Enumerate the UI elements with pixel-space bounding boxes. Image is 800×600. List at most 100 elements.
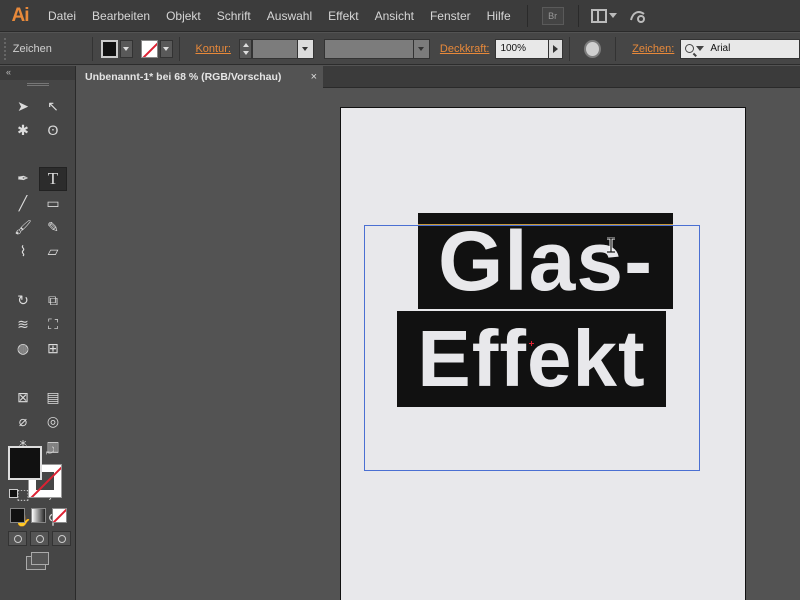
chevron-down-icon [418,46,425,51]
blob-brush-tool-icon[interactable]: ⌇ [9,240,37,264]
stroke-dropdown[interactable] [159,39,173,58]
document-tab-title: Unbenannt-1* bei 68 % (RGB/Vorschau) [85,71,282,83]
tools-panel: « ➤↖✱ʘ✒T╱▭🖌✎⌇▱↻⧉≋⛶◍⊞⊠▤⌀◎⁂▥⬚⁄✋⚲ ⤾ [0,66,76,600]
arrange-documents-icon [590,8,607,23]
lasso-tool-icon[interactable]: ʘ [39,118,67,142]
opacity-combo[interactable]: 100% [489,38,564,59]
pen-tool-icon[interactable]: ✒ [9,167,37,191]
app-logo: Ai [11,4,30,26]
chevron-down-icon [608,13,617,18]
menu-effekt[interactable]: Effekt [320,0,366,32]
selection-tool-icon[interactable]: ➤ [9,94,37,118]
separator [577,4,579,27]
canvas[interactable]: Glas- Effekt [77,89,800,600]
opacity-link[interactable]: Deckkraft: [440,43,490,55]
menu-schrift[interactable]: Schrift [209,0,259,32]
shape-builder-tool-icon[interactable]: ◍ [9,337,37,361]
fill-color-big[interactable] [8,446,42,480]
draw-normal-icon [13,534,22,543]
rectangle-tool-icon[interactable]: ▭ [39,191,67,215]
center-point-icon [529,341,534,346]
eraser-tool-icon[interactable]: ▱ [39,240,67,264]
chevron-down-icon [696,46,705,51]
stroke-link[interactable]: Kontur: [195,43,230,55]
separator [92,36,94,61]
stroke-weight-combo[interactable] [251,38,314,59]
scale-tool-icon[interactable]: ⧉ [39,288,67,312]
tools-panel-collapse[interactable]: « [0,66,75,80]
rotate-tool-icon[interactable]: ↻ [9,288,37,312]
stroke-weight-dropdown[interactable] [297,38,314,59]
mesh-tool-icon[interactable]: ⊠ [9,386,37,410]
menu-bar: Ai Datei Bearbeiten Objekt Schrift Auswa… [0,0,800,32]
menu-auswahl[interactable]: Auswahl [259,0,320,32]
variable-width-dropdown[interactable] [413,38,430,59]
default-colors-icon[interactable] [9,489,18,498]
gradient-tool-icon[interactable]: ▤ [39,386,67,410]
draw-inside-icon [57,534,66,543]
color-mode-row [10,508,67,523]
type-tool-icon[interactable]: T [39,166,67,191]
stroke-color-swatch[interactable] [140,39,158,58]
sync-settings-icon[interactable] [629,8,647,24]
play-icon [553,44,559,53]
gradient-mode-button[interactable] [31,508,46,523]
variable-width-combo[interactable] [323,38,430,59]
draw-normal-button[interactable] [8,531,27,546]
pencil-tool-icon[interactable]: ✎ [39,215,67,239]
menu-ansicht[interactable]: Ansicht [367,0,422,32]
drawing-mode-row [8,531,71,546]
bridge-button[interactable]: Br [541,6,564,25]
separator [569,36,571,61]
color-mode-button[interactable] [10,508,25,523]
chevron-down-icon [302,46,309,51]
fill-dropdown[interactable] [119,39,133,58]
free-transform-tool-icon[interactable]: ⛶ [39,313,67,337]
separator [526,4,528,27]
direct-selection-tool-icon[interactable]: ↖ [39,94,67,118]
opacity-slider-button[interactable] [549,38,564,59]
menu-datei[interactable]: Datei [40,0,84,32]
document-tab-bar: Unbenannt-1* bei 68 % (RGB/Vorschau) × [77,66,800,88]
variable-width-field[interactable] [323,38,414,59]
draw-behind-button[interactable] [30,531,49,546]
arrange-documents-button[interactable] [590,8,617,23]
blend-tool-icon[interactable]: ◎ [39,410,67,434]
text-cursor-icon [606,236,616,254]
fill-color-swatch[interactable] [101,39,118,58]
separator [615,36,617,61]
panel-grip[interactable] [26,83,49,86]
stroke-weight-stepper[interactable] [238,38,252,59]
font-link[interactable]: Zeichen: [632,43,674,55]
menu-bar-right: Br [526,4,647,27]
control-bar: Zeichen Kontur: Deckkraft: 100% Zeichen:… [0,33,800,65]
draw-inside-button[interactable] [52,531,71,546]
menu-fenster[interactable]: Fenster [422,0,479,32]
stroke-weight-field[interactable] [251,38,298,59]
document-tab[interactable]: Unbenannt-1* bei 68 % (RGB/Vorschau) × [77,66,323,88]
draw-behind-icon [35,534,44,543]
context-label: Zeichen [12,42,52,55]
panel-grip[interactable] [4,37,9,60]
menu-hilfe[interactable]: Hilfe [479,0,519,32]
perspective-grid-tool-icon[interactable]: ⊞ [39,337,67,361]
width-tool-icon[interactable]: ≋ [9,313,37,337]
illustrator-window: Ai Datei Bearbeiten Objekt Schrift Auswa… [0,0,800,600]
font-family-field[interactable]: Arial [680,38,800,59]
menu-objekt[interactable]: Objekt [158,0,209,32]
close-icon[interactable]: × [311,71,317,83]
tool-group-gap [9,143,67,149]
none-mode-button[interactable] [52,508,67,523]
opacity-field[interactable]: 100% [495,38,550,59]
eyedropper-tool-icon[interactable]: ⌀ [9,410,37,434]
paintbrush-tool-icon[interactable]: 🖌 [9,215,37,239]
separator [178,36,180,61]
selection-bounding-box[interactable] [364,225,700,471]
magic-wand-tool-icon[interactable]: ✱ [9,118,37,142]
line-tool-icon[interactable]: ╱ [9,191,37,215]
recolor-artwork-icon[interactable] [584,39,602,58]
tool-group-gap [9,361,67,367]
screen-mode-icon[interactable] [26,552,49,570]
menu-bearbeiten[interactable]: Bearbeiten [84,0,158,32]
swap-fill-stroke-icon[interactable]: ⤾ [46,446,54,457]
